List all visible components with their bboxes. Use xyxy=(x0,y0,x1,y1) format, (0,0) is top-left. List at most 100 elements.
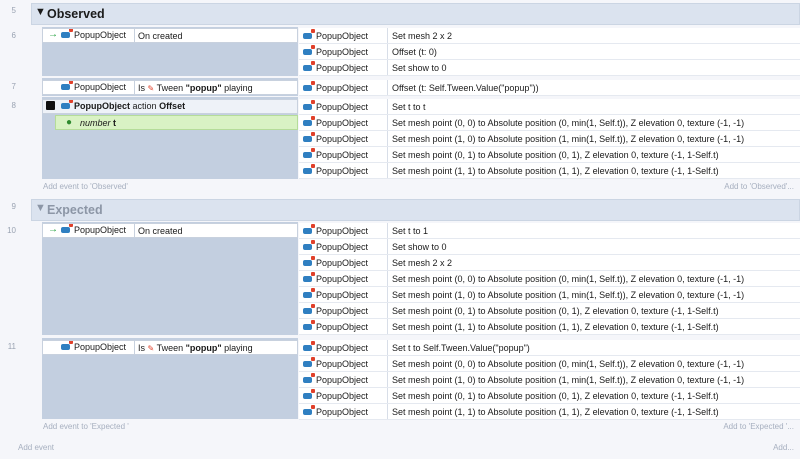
space-invader-icon xyxy=(302,29,315,40)
action-row[interactable]: PopupObject Set mesh point (1, 1) to Abso… xyxy=(299,404,800,420)
puzzle-icon xyxy=(46,101,55,110)
action-row[interactable]: PopupObject Offset (t: Self.Tween.Value("… xyxy=(299,80,800,96)
action-row[interactable]: PopupObject Set t to Self.Tween.Value("po… xyxy=(299,340,800,356)
add-event-to-group-link[interactable]: Add event to 'Expected ' xyxy=(43,422,129,431)
action-object: PopupObject xyxy=(316,343,369,353)
action-text: Set mesh point (1, 0) to Absolute positi… xyxy=(392,290,745,300)
condition-object: PopupObject xyxy=(74,342,127,352)
action-row[interactable]: PopupObject Set t to t xyxy=(299,99,800,115)
column-divider xyxy=(387,303,388,318)
condition-text: On created xyxy=(138,226,183,236)
column-divider xyxy=(387,80,388,95)
column-divider xyxy=(387,356,388,371)
action-row[interactable]: PopupObject Offset (t: 0) xyxy=(299,44,800,60)
space-invader-icon xyxy=(302,116,315,127)
action-row[interactable]: PopupObject Set mesh point (1, 0) to Abso… xyxy=(299,372,800,388)
action-text: Set mesh point (0, 0) to Absolute positi… xyxy=(392,359,745,369)
action-text: Set show to 0 xyxy=(392,242,447,252)
action-row[interactable]: PopupObject Set mesh point (1, 1) to Abso… xyxy=(299,319,800,335)
action-row[interactable]: PopupObject Set mesh point (0, 0) to Abso… xyxy=(299,271,800,287)
tween-name: "popup" xyxy=(185,83,222,93)
action-object: PopupObject xyxy=(316,83,369,93)
parameter-row[interactable]: ● number t xyxy=(55,115,298,130)
column-divider xyxy=(387,388,388,403)
add-link[interactable]: Add... xyxy=(773,443,794,452)
tween-label: Tween xyxy=(156,83,184,93)
space-invader-icon xyxy=(60,81,73,91)
action-row[interactable]: PopupObject Set mesh point (0, 1) to Abso… xyxy=(299,388,800,404)
line-number: 8 xyxy=(11,101,16,110)
space-invader-icon xyxy=(302,288,315,299)
condition-tween-playing[interactable]: PopupObject Is ✎ Tween "popup" playing xyxy=(42,80,298,95)
event-conditions-area[interactable] xyxy=(42,222,298,335)
column-divider xyxy=(387,99,388,114)
function-action-word: action xyxy=(132,101,157,111)
space-invader-icon xyxy=(60,29,73,39)
condition-object: PopupObject xyxy=(74,30,127,40)
action-object: PopupObject xyxy=(316,118,369,128)
action-object: PopupObject xyxy=(316,306,369,316)
add-to-group-link[interactable]: Add to 'Observed'... xyxy=(724,182,794,191)
line-number: 9 xyxy=(11,202,16,211)
function-declaration-offset[interactable]: PopupObject action Offset xyxy=(42,99,298,114)
action-row[interactable]: PopupObject Set mesh point (0, 0) to Abso… xyxy=(299,115,800,131)
green-arrow-icon: → xyxy=(48,224,58,235)
space-invader-icon xyxy=(302,341,315,352)
action-row[interactable]: PopupObject Set show to 0 xyxy=(299,60,800,76)
action-text: Set mesh point (0, 1) to Absolute positi… xyxy=(392,391,719,401)
add-to-group-link[interactable]: Add to 'Expected '... xyxy=(723,422,794,431)
space-invader-icon xyxy=(60,100,73,110)
line-number: 10 xyxy=(7,226,16,235)
green-arrow-icon: → xyxy=(48,29,58,40)
condition-text: Is ✎ Tween "popup" playing xyxy=(138,83,253,93)
action-object: PopupObject xyxy=(316,375,369,385)
action-text: Set mesh point (0, 1) to Absolute positi… xyxy=(392,150,719,160)
action-object: PopupObject xyxy=(316,150,369,160)
parameter-name: t xyxy=(113,118,117,128)
action-row[interactable]: PopupObject Set show to 0 xyxy=(299,239,800,255)
condition-is: Is xyxy=(138,83,146,93)
action-object: PopupObject xyxy=(316,322,369,332)
action-row[interactable]: PopupObject Set mesh point (0, 0) to Abso… xyxy=(299,356,800,372)
group-title: Observed xyxy=(47,7,105,21)
line-number: 5 xyxy=(11,6,16,15)
space-invader-icon xyxy=(302,256,315,267)
space-invader-icon xyxy=(302,132,315,143)
collapse-triangle-icon[interactable]: ▼ xyxy=(35,6,46,18)
action-row[interactable]: PopupObject Set mesh point (1, 0) to Abso… xyxy=(299,131,800,147)
space-invader-icon xyxy=(302,304,315,315)
action-row[interactable]: PopupObject Set mesh point (0, 1) to Abso… xyxy=(299,303,800,319)
tween-name: "popup" xyxy=(185,343,222,353)
action-text: Offset (t: Self.Tween.Value("popup")) xyxy=(392,83,539,93)
action-row[interactable]: PopupObject Set t to 1 xyxy=(299,223,800,239)
condition-on-created[interactable]: → PopupObject On created xyxy=(42,28,298,43)
space-invader-icon xyxy=(302,389,315,400)
space-invader-icon xyxy=(302,224,315,235)
action-text: Set mesh point (1, 1) to Absolute positi… xyxy=(392,166,719,176)
space-invader-icon xyxy=(302,373,315,384)
group-title: Expected xyxy=(47,203,103,217)
space-invader-icon xyxy=(302,164,315,175)
column-divider xyxy=(387,340,388,355)
add-event-link[interactable]: Add event xyxy=(18,443,54,452)
action-row[interactable]: PopupObject Set mesh point (1, 0) to Abso… xyxy=(299,287,800,303)
action-row[interactable]: PopupObject Set mesh point (1, 1) to Abso… xyxy=(299,163,800,179)
add-event-to-group-link[interactable]: Add event to 'Observed' xyxy=(43,182,128,191)
collapse-triangle-icon[interactable]: ▼ xyxy=(35,202,46,214)
column-divider xyxy=(387,319,388,334)
action-row[interactable]: PopupObject Set mesh 2 x 2 xyxy=(299,255,800,271)
condition-is: Is xyxy=(138,343,146,353)
group-header-expected[interactable]: ▼ Expected xyxy=(31,199,800,221)
space-invader-icon xyxy=(302,357,315,368)
action-row[interactable]: PopupObject Set mesh point (0, 1) to Abso… xyxy=(299,147,800,163)
column-divider xyxy=(387,287,388,302)
action-object: PopupObject xyxy=(316,242,369,252)
action-row[interactable]: PopupObject Set mesh 2 x 2 xyxy=(299,28,800,44)
action-object: PopupObject xyxy=(316,258,369,268)
condition-object: PopupObject xyxy=(74,82,127,92)
group-header-observed[interactable]: ▼ Observed xyxy=(31,3,800,25)
condition-on-created[interactable]: → PopupObject On created xyxy=(42,223,298,238)
column-divider xyxy=(387,372,388,387)
action-text: Set mesh point (0, 1) to Absolute positi… xyxy=(392,306,719,316)
condition-tween-playing[interactable]: PopupObject Is ✎ Tween "popup" playing xyxy=(42,340,298,355)
